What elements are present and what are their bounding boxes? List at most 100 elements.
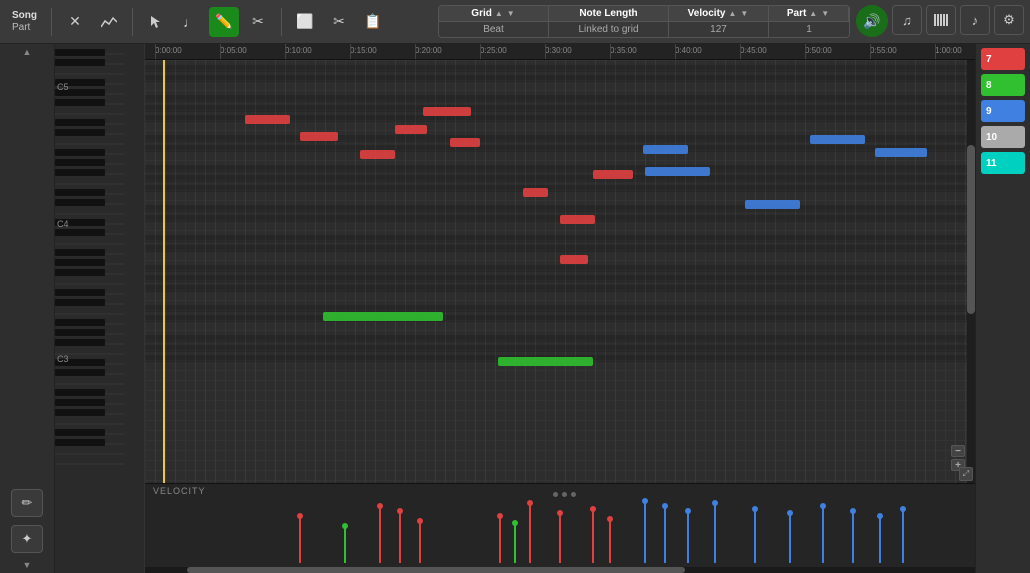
note-block[interactable] (875, 148, 927, 157)
tm-1: 0:05:00 (220, 46, 247, 55)
vertical-scrollbar[interactable] (967, 60, 975, 483)
tm-11: 0:55:00 (870, 46, 897, 55)
roll-container: 0:00:00 0:05:00 0:10:00 0:15:00 0:20:00 … (145, 44, 975, 573)
piano-button[interactable] (926, 5, 956, 35)
music-note-button[interactable]: ♫ (892, 5, 922, 35)
note-block[interactable] (593, 170, 633, 179)
track-8-chip[interactable]: 8 (981, 74, 1025, 96)
close-button[interactable]: ✕ (60, 7, 90, 37)
note-tool[interactable]: ♩ (175, 7, 205, 37)
tm-2: 0:10:00 (285, 46, 312, 55)
track-10-num: 10 (986, 132, 997, 143)
velocity-top[interactable]: Velocity ▲ ▼ (669, 6, 769, 22)
select-tool[interactable] (141, 7, 171, 37)
copy-button[interactable]: ⬜ (290, 7, 320, 37)
divider-2 (132, 8, 133, 36)
divider-1 (51, 8, 52, 36)
cut-button[interactable]: ✂ (324, 7, 354, 37)
tm-10: 0:50:00 (805, 46, 832, 55)
note-block[interactable] (498, 357, 593, 366)
grid-down[interactable]: ▼ (506, 9, 516, 18)
note-block[interactable] (245, 115, 290, 124)
star-tool-left[interactable]: ✦ (11, 525, 43, 553)
part-label[interactable]: Part (12, 22, 37, 33)
scissors-tool[interactable]: ✂ (243, 7, 273, 37)
pencil-tool-left[interactable]: ✏ (11, 489, 43, 517)
track-7-num: 7 (986, 54, 992, 65)
icon-buttons: 🔊 ♫ ♪ ⚙ (856, 5, 1024, 38)
scroll-down-button[interactable]: ▼ (23, 559, 32, 571)
tm-4: 0:20:00 (415, 46, 442, 55)
track-11-num: 11 (986, 158, 997, 169)
note-block[interactable] (323, 312, 443, 321)
part-down[interactable]: ▼ (820, 9, 830, 18)
track-9-num: 9 (986, 106, 992, 117)
note-block[interactable] (360, 150, 395, 159)
scroll-up-button[interactable]: ▲ (23, 46, 32, 58)
velocity-down[interactable]: ▼ (739, 9, 749, 18)
part-bottom: 1 (769, 22, 849, 37)
main-area: ▲ ✏ ✦ ▼ C5 C4 C3 (0, 44, 1030, 573)
tm-9: 0:45:00 (740, 46, 767, 55)
vertical-scroll-thumb[interactable] (967, 145, 975, 314)
tm-6: 0:30:00 (545, 46, 572, 55)
grid-up[interactable]: ▲ (494, 9, 504, 18)
sidebar-scroll-up: ▲ (23, 44, 32, 60)
toolbar: Song Part ✕ ♩ ✏️ ✂ ⬜ ✂ 📋 Grid ▲ ▼ Note L… (0, 0, 1030, 44)
velocity-bottom: 127 (669, 22, 769, 37)
grid-panel: Grid ▲ ▼ Note Length Velocity ▲ ▼ Part ▲ (438, 5, 850, 38)
tm-5: 0:25:00 (480, 46, 507, 55)
velocity-scrollbar[interactable] (145, 567, 975, 573)
note-block[interactable] (523, 188, 548, 197)
song-label[interactable]: Song (12, 10, 37, 21)
settings-button[interactable]: ⚙ (994, 5, 1024, 35)
note-block[interactable] (745, 200, 800, 209)
note-block[interactable] (300, 132, 338, 141)
note-block[interactable] (423, 107, 471, 116)
note-block[interactable] (810, 135, 865, 144)
note-block[interactable] (645, 167, 710, 176)
divider-3 (281, 8, 282, 36)
melody-button[interactable]: ♪ (960, 5, 990, 35)
left-sidebar: ▲ ✏ ✦ ▼ (0, 44, 55, 573)
piano-keys-svg (55, 44, 145, 474)
right-panel: 7 8 9 10 11 (975, 44, 1030, 573)
sidebar-scroll-down: ▼ (23, 557, 32, 573)
song-part-labels: Song Part (6, 8, 43, 35)
tm-8: 0:40:00 (675, 46, 702, 55)
paste-button[interactable]: 📋 (358, 7, 388, 37)
track-9-chip[interactable]: 9 (981, 100, 1025, 122)
part-up[interactable]: ▲ (808, 9, 818, 18)
piano-keyboard: C5 C4 C3 (55, 44, 145, 573)
track-8-num: 8 (986, 80, 992, 91)
timeline: 0:00:00 0:05:00 0:10:00 0:15:00 0:20:00 … (145, 44, 975, 60)
playhead (163, 60, 165, 483)
note-block[interactable] (560, 255, 588, 264)
zoom-out-button[interactable]: − (951, 445, 965, 457)
track-7-chip[interactable]: 7 (981, 48, 1025, 70)
track-11-chip[interactable]: 11 (981, 152, 1025, 174)
note-block[interactable] (560, 215, 595, 224)
part-top[interactable]: Part ▲ ▼ (769, 6, 849, 22)
graph-button[interactable] (94, 7, 124, 37)
tm-3: 0:15:00 (350, 46, 377, 55)
tm-12: 1:00:00 (935, 46, 962, 55)
song-part-section: Song Part (6, 8, 43, 35)
pencil-tool[interactable]: ✏️ (209, 7, 239, 37)
track-10-chip[interactable]: 10 (981, 126, 1025, 148)
velocity-panel: VELOCITY (145, 483, 975, 573)
grid-top[interactable]: Grid ▲ ▼ (439, 6, 549, 22)
velocity-up[interactable]: ▲ (727, 9, 737, 18)
tm-0: 0:00:00 (155, 46, 182, 55)
speaker-button[interactable]: 🔊 (856, 5, 888, 37)
velocity-bars-svg (145, 493, 975, 565)
note-block[interactable] (450, 138, 480, 147)
note-block[interactable] (643, 145, 688, 154)
note-length-bottom: Linked to grid (549, 22, 669, 37)
right-controls: Grid ▲ ▼ Note Length Velocity ▲ ▼ Part ▲ (438, 5, 1024, 38)
note-block[interactable] (395, 125, 427, 134)
piano-roll-grid[interactable]: + − ⤢ (145, 60, 975, 483)
note-length-top[interactable]: Note Length (549, 6, 669, 22)
tm-7: 0:35:00 (610, 46, 637, 55)
expand-button[interactable]: ⤢ (959, 467, 973, 481)
